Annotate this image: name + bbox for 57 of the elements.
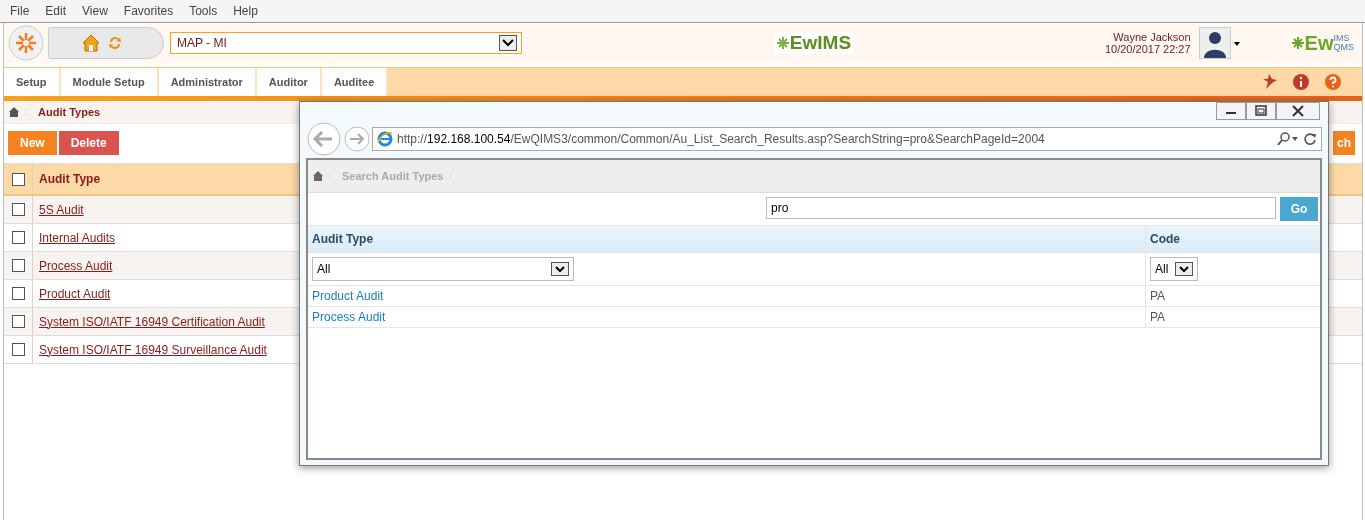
nav-tab[interactable]: Auditee [321, 68, 389, 96]
filter-dropdown[interactable]: All [312, 257, 574, 281]
menu-item[interactable]: Help [233, 4, 258, 18]
result-link[interactable]: Product Audit [312, 289, 384, 303]
address-bar[interactable]: http://192.168.100.54/EwQIMS3/common/Common/Au_List_Search_Results.asp?SearchString=pro&SearchPageId=2004 [372, 127, 1322, 151]
row-checkbox[interactable] [11, 287, 25, 300]
audit-type-link[interactable]: Internal Audits [39, 230, 116, 245]
minimize-icon[interactable] [1216, 102, 1246, 120]
nav-tab[interactable]: Administrator [158, 68, 257, 96]
search-icon[interactable] [1277, 132, 1299, 146]
code-cell: PA [1150, 310, 1166, 324]
app-logo: EwIMS [773, 32, 854, 54]
row-checkbox[interactable] [11, 203, 25, 216]
nav-tab[interactable]: Setup [4, 68, 61, 96]
menu-item[interactable]: Edit [45, 4, 67, 18]
code-cell: PA [1150, 289, 1166, 303]
flower-icon [1290, 36, 1305, 50]
audit-type-link[interactable]: Process Audit [39, 258, 113, 273]
user-name: Wayne Jackson [1113, 31, 1191, 43]
row-checkbox[interactable] [11, 343, 25, 356]
audit-type-link[interactable]: System ISO/IATF 16949 Surveillance Audit [39, 342, 267, 357]
close-icon[interactable] [1276, 102, 1320, 120]
nav-tab[interactable]: Auditor [256, 68, 322, 96]
column-header: Audit Type [39, 172, 101, 186]
refresh-icon[interactable] [1303, 132, 1317, 146]
flower-icon [775, 36, 790, 50]
column-header: Audit Type [312, 232, 374, 246]
menu-item[interactable]: View [82, 4, 108, 18]
menu-item[interactable]: Tools [189, 4, 218, 18]
action-button[interactable]: Delete [58, 131, 119, 155]
search-field[interactable]: pro [766, 197, 1276, 219]
nav-tab[interactable]: Module Setup [60, 68, 159, 96]
info-icon[interactable] [1292, 73, 1310, 91]
user-silhouette-icon[interactable] [1198, 27, 1241, 59]
date-time: 10/20/2017 22:27 [1104, 43, 1191, 55]
select-all-checkbox[interactable] [11, 172, 25, 186]
browser-e-icon [377, 131, 393, 147]
filter-dropdown[interactable]: All [1150, 257, 1198, 281]
audit-type-link[interactable]: 5S Audit [39, 202, 84, 217]
row-checkbox[interactable] [11, 231, 25, 244]
column-header: Code [1150, 232, 1180, 246]
result-link[interactable]: Process Audit [312, 310, 386, 324]
breadcrumb-current: Search Audit Types [342, 170, 444, 182]
sun-logo-icon[interactable] [8, 25, 44, 61]
menu-item[interactable]: File [10, 4, 30, 18]
restore-icon[interactable] [1246, 102, 1276, 120]
help-icon[interactable] [1324, 73, 1342, 91]
home-icon[interactable] [8, 106, 20, 118]
site-dropdown[interactable]: MAP - MI [170, 32, 522, 54]
breadcrumb-current: Audit Types [38, 106, 101, 118]
audit-type-link[interactable]: System ISO/IATF 16949 Certification Audit [39, 314, 265, 329]
home-icon[interactable] [81, 33, 101, 53]
audit-type-link[interactable]: Product Audit [39, 286, 111, 301]
home-icon[interactable] [312, 170, 324, 182]
menu-item[interactable]: Favorites [123, 4, 174, 18]
row-checkbox[interactable] [11, 315, 25, 328]
row-checkbox[interactable] [11, 259, 25, 272]
